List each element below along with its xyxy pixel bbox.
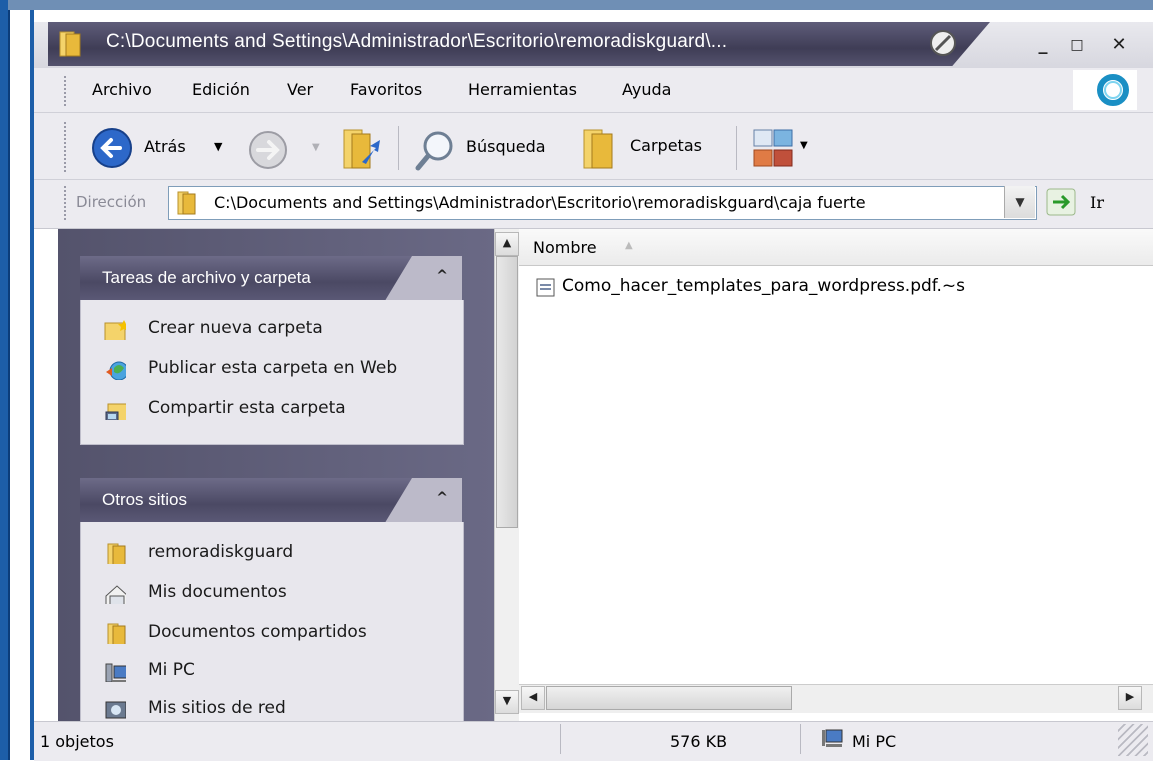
- outer-frame-gap: [8, 10, 32, 760]
- magnifier-icon: [415, 131, 453, 171]
- menu-herramientas[interactable]: Herramientas: [468, 80, 577, 99]
- place-label: Mis sitios de red: [148, 698, 286, 718]
- status-size: 576 KB: [670, 732, 728, 751]
- forward-dropdown-chevron-icon[interactable]: ▼: [312, 142, 320, 153]
- windows-throbber-icon: [1097, 74, 1129, 106]
- folder-icon: [59, 31, 81, 57]
- scroll-right-button[interactable]: ▶: [1118, 686, 1142, 710]
- publish-web-icon: [106, 361, 126, 380]
- window-title: C:\Documents and Settings\Administrador\…: [106, 31, 728, 52]
- folder-icon: [107, 623, 126, 644]
- back-dropdown-chevron-icon[interactable]: ▼: [214, 140, 222, 153]
- sort-up-icon: ▲: [625, 240, 633, 251]
- collapse-chevron-icon[interactable]: ^: [436, 490, 448, 506]
- address-grip[interactable]: [64, 186, 69, 220]
- close-button[interactable]: ✕: [1106, 32, 1132, 58]
- go-arrow-icon: [1046, 188, 1076, 216]
- my-documents-icon: [105, 585, 126, 604]
- scroll-thumb[interactable]: [496, 256, 518, 528]
- menu-grip[interactable]: [64, 76, 69, 106]
- status-object-count: 1 objetos: [40, 732, 114, 751]
- places-panel-header[interactable]: Otros sitios ^: [80, 478, 462, 522]
- address-dropdown-chevron-icon[interactable]: ▼: [1004, 186, 1035, 218]
- folders-icon: [583, 129, 613, 169]
- new-folder-icon: [104, 320, 126, 340]
- hscroll-thumb[interactable]: [546, 686, 792, 710]
- views-icon[interactable]: [752, 128, 796, 170]
- place-label: Documentos compartidos: [148, 622, 367, 642]
- status-location: Mi PC: [852, 732, 897, 751]
- task-label: Publicar esta carpeta en Web: [148, 358, 398, 378]
- places-panel-title: Otros sitios: [102, 490, 188, 509]
- folders-label: Carpetas: [630, 136, 702, 155]
- my-computer-icon: [822, 729, 843, 747]
- back-arrow-icon: [92, 128, 132, 168]
- maximize-button[interactable]: □: [1064, 32, 1090, 58]
- scroll-left-button[interactable]: ◀: [521, 686, 545, 710]
- menu-edicion[interactable]: Edición: [192, 80, 250, 99]
- address-value: C:\Documents and Settings\Administrador\…: [214, 193, 866, 212]
- go-label: Ir: [1090, 193, 1104, 212]
- menu-ayuda[interactable]: Ayuda: [622, 80, 671, 99]
- status-separator: [800, 724, 801, 754]
- forward-arrow-icon[interactable]: [246, 128, 290, 172]
- tasks-panel-title: Tareas de archivo y carpeta: [102, 268, 311, 287]
- status-separator: [560, 724, 561, 754]
- folder-icon: [107, 543, 126, 564]
- folder-icon: [177, 191, 196, 215]
- column-name-label: Nombre: [533, 238, 597, 257]
- place-label: Mi PC: [148, 660, 195, 680]
- toolbar-separator: [398, 126, 399, 170]
- network-icon: [105, 701, 126, 719]
- folder-up-icon[interactable]: [338, 124, 384, 172]
- throbber: [1073, 70, 1137, 110]
- tasks-panel-header[interactable]: Tareas de archivo y carpeta ^: [80, 256, 462, 300]
- task-label: Crear nueva carpeta: [148, 318, 323, 338]
- back-label: Atrás: [144, 137, 186, 156]
- outer-frame-left: [0, 0, 8, 760]
- place-label: remoradiskguard: [148, 542, 294, 562]
- file-name: Como_hacer_templates_para_wordpress.pdf.…: [562, 276, 966, 296]
- collapse-chevron-icon[interactable]: ^: [436, 268, 448, 284]
- share-folder-icon: [105, 403, 126, 420]
- menu-archivo[interactable]: Archivo: [92, 80, 152, 99]
- scroll-down-button[interactable]: ▼: [495, 690, 519, 714]
- file-list[interactable]: [519, 229, 1153, 683]
- outer-frame-top: [0, 0, 1153, 10]
- address-label: Dirección: [76, 193, 147, 211]
- file-icon: [536, 278, 555, 297]
- toolbar-separator: [736, 126, 737, 170]
- toolbar-grip[interactable]: [64, 122, 69, 172]
- resize-grip[interactable]: [1118, 724, 1148, 756]
- status-bar: [34, 721, 1153, 761]
- column-header-name[interactable]: Nombre ▲: [519, 229, 1141, 265]
- search-label: Búsqueda: [466, 137, 546, 156]
- place-label: Mis documentos: [148, 582, 287, 602]
- windows-logo-icon: [930, 30, 956, 56]
- views-dropdown-chevron-icon[interactable]: ▼: [800, 140, 808, 151]
- menu-favoritos[interactable]: Favoritos: [350, 80, 422, 99]
- my-computer-icon: [105, 663, 126, 682]
- task-label: Compartir esta carpeta: [148, 398, 346, 418]
- menu-ver[interactable]: Ver: [287, 80, 313, 99]
- scroll-up-button[interactable]: ▲: [495, 232, 519, 256]
- minimize-button[interactable]: _: [1030, 32, 1056, 58]
